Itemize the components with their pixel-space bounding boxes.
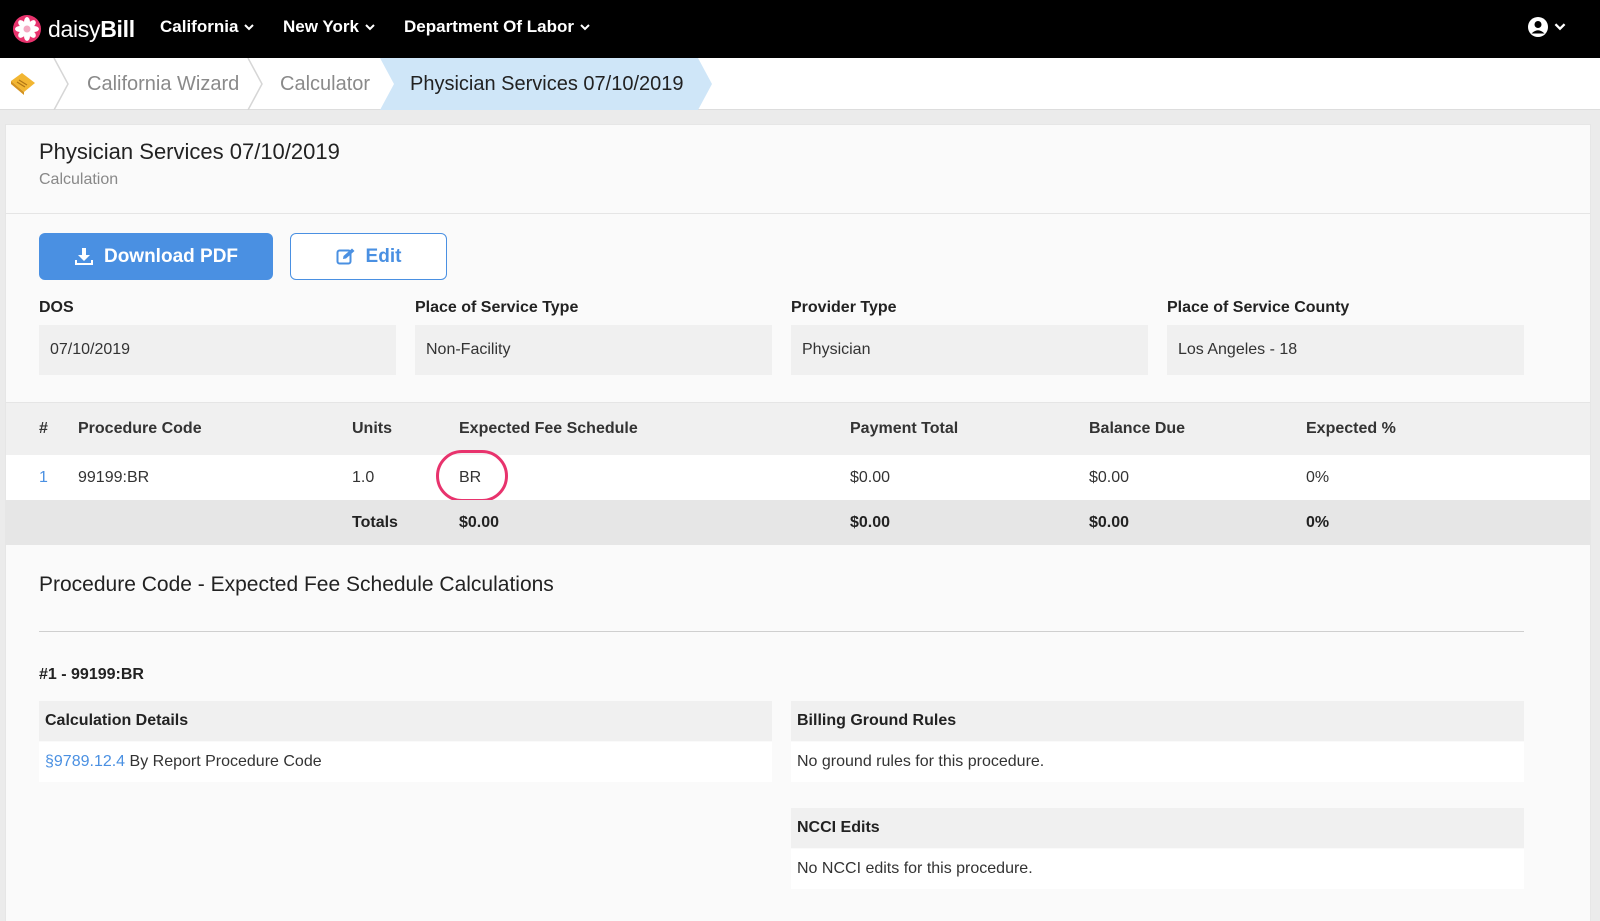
calculation-card: Physician Services 07/10/2019 Calculatio… — [5, 124, 1591, 921]
page-subtitle: Calculation — [39, 171, 119, 188]
scrollbar-track[interactable] — [1590, 110, 1600, 921]
divider — [6, 213, 1590, 214]
nav-label: California — [160, 17, 239, 36]
totals-balance: $0.00 — [1089, 514, 1130, 531]
logo[interactable]: daisyBill — [12, 11, 135, 47]
procedure-table-header: # Procedure Code Units Expected Fee Sche… — [6, 402, 1590, 455]
page-title: Physician Services 07/10/2019 — [39, 139, 340, 164]
notepad-icon — [11, 73, 35, 95]
place-of-service-type-label: Place of Service Type — [415, 299, 579, 316]
table-row: 1 99199:BR 1.0 BR $0.00 $0.00 0% — [6, 450, 1590, 502]
calculation-details-header: Calculation Details — [39, 701, 772, 741]
expected-fee-cell: BR — [459, 469, 482, 486]
provider-type-field: Physician — [791, 325, 1148, 375]
user-menu[interactable] — [1527, 16, 1566, 38]
divider — [39, 631, 1524, 632]
daisy-logo-icon — [13, 15, 41, 43]
totals-expected-percent: 0% — [1306, 514, 1330, 531]
edit-label: Edit — [365, 245, 402, 267]
totals-row: Totals $0.00 $0.00 $0.00 0% — [6, 500, 1590, 545]
crumb-current: Physician Services 07/10/2019 — [410, 72, 684, 95]
column-header: Expected % — [1306, 420, 1396, 437]
row-number-link[interactable]: 1 — [39, 469, 48, 487]
crumb-california-wizard[interactable]: California Wizard — [87, 58, 239, 110]
chevron-down-icon — [1554, 23, 1566, 31]
column-header: Procedure Code — [78, 420, 202, 437]
download-pdf-label: Download PDF — [103, 245, 239, 267]
nav-california[interactable]: California — [160, 17, 255, 37]
calculation-details-body: §9789.12.4 By Report Procedure Code — [39, 742, 772, 782]
regulation-link[interactable]: §9789.12.4 — [45, 753, 125, 770]
dos-label: DOS — [39, 299, 74, 316]
billing-ground-rules-header: Billing Ground Rules — [791, 701, 1524, 741]
nav-department-of-labor[interactable]: Department Of Labor — [404, 17, 590, 37]
breadcrumb-separator — [247, 58, 263, 110]
payment-total-cell: $0.00 — [850, 469, 891, 486]
billing-ground-rules-body: No ground rules for this procedure. — [791, 742, 1524, 782]
totals-expected-fee: $0.00 — [459, 514, 500, 531]
chevron-down-icon — [580, 23, 590, 30]
procedure-code-cell: 99199:BR — [78, 469, 150, 486]
breadcrumb-separator — [53, 58, 69, 110]
ncci-edits-header: NCCI Edits — [791, 808, 1524, 848]
column-header: Balance Due — [1089, 420, 1186, 437]
top-nav: daisyBill California New York Department… — [0, 0, 1600, 58]
column-header: Expected Fee Schedule — [459, 420, 638, 437]
nav-label: Department Of Labor — [404, 17, 575, 36]
calculations-title: Procedure Code - Expected Fee Schedule C… — [39, 573, 554, 596]
column-header: Payment Total — [850, 420, 959, 437]
provider-type-label: Provider Type — [791, 299, 897, 316]
column-header: # — [39, 420, 48, 437]
nav-label: New York — [283, 17, 359, 36]
brand-name: daisyBill — [48, 15, 135, 42]
breadcrumb: California Wizard Calculator Physician S… — [0, 58, 1600, 110]
expected-percent-cell: 0% — [1306, 469, 1330, 486]
place-of-service-county-field: Los Angeles - 18 — [1167, 325, 1524, 375]
edit-button[interactable]: Edit — [290, 233, 447, 280]
place-of-service-county-label: Place of Service County — [1167, 299, 1350, 316]
procedure-heading: #1 - 99199:BR — [39, 666, 144, 683]
user-icon — [1528, 17, 1548, 37]
calculation-details-text: By Report Procedure Code — [125, 753, 322, 770]
download-pdf-button[interactable]: Download PDF — [39, 233, 273, 280]
totals-label: Totals — [352, 514, 398, 531]
download-icon — [74, 247, 93, 265]
chevron-down-icon — [365, 23, 375, 30]
place-of-service-type-field: Non-Facility — [415, 325, 772, 375]
nav-new-york[interactable]: New York — [283, 17, 375, 37]
home-crumb[interactable] — [0, 58, 52, 110]
dos-field: 07/10/2019 — [39, 325, 396, 375]
units-cell: 1.0 — [352, 469, 375, 486]
balance-due-cell: $0.00 — [1089, 469, 1130, 486]
chevron-down-icon — [244, 23, 255, 30]
edit-icon — [336, 248, 355, 264]
totals-payment: $0.00 — [850, 514, 891, 531]
ncci-edits-body: No NCCI edits for this procedure. — [791, 849, 1524, 889]
crumb-calculator[interactable]: Calculator — [280, 58, 370, 110]
column-header: Units — [352, 420, 392, 437]
